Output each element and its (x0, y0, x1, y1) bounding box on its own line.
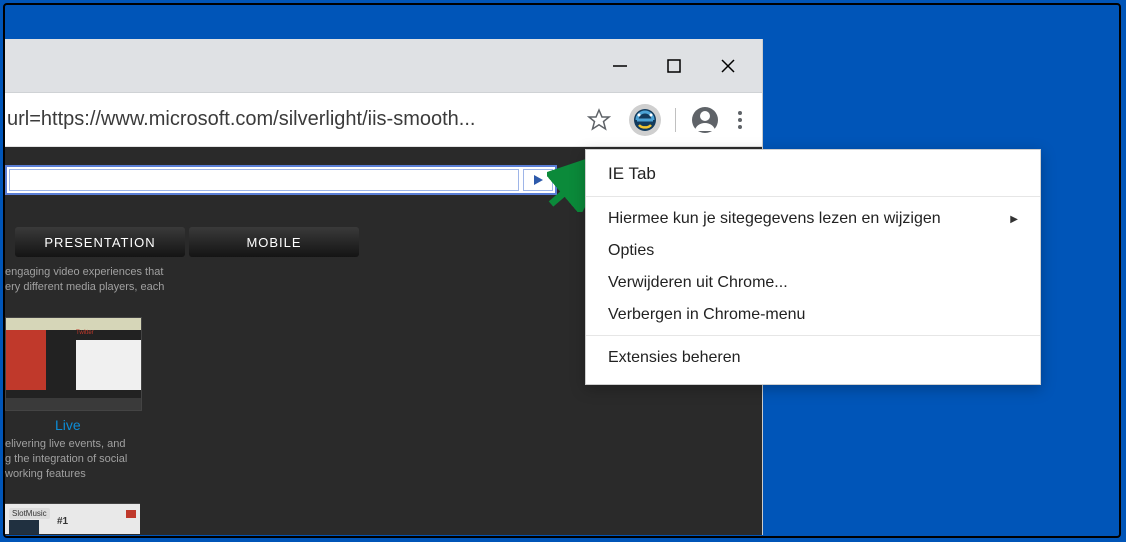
context-menu-separator (586, 196, 1040, 197)
submenu-caret-icon: ▶ (1010, 214, 1018, 225)
context-menu-separator (586, 335, 1040, 336)
video-thumbnail-1[interactable]: Twitter (5, 317, 142, 411)
context-menu-item-remove[interactable]: Verwijderen uit Chrome... (586, 267, 1040, 299)
context-menu-item-site-data[interactable]: Hiermee kun je sitegegevens lezen en wij… (586, 203, 1040, 235)
context-menu-item-hide[interactable]: Verbergen in Chrome-menu (586, 299, 1040, 331)
toolbar: url=https://www.microsoft.com/silverligh… (5, 93, 762, 147)
window-close-button[interactable] (716, 54, 740, 78)
window-maximize-button[interactable] (662, 54, 686, 78)
window-minimize-button[interactable] (608, 54, 632, 78)
video-thumbnail-2[interactable]: SlotMusic #1 (5, 503, 140, 534)
chrome-menu-icon[interactable] (738, 111, 742, 129)
toolbar-separator (675, 108, 676, 132)
ie-tab-go-button[interactable] (523, 169, 553, 191)
live-link[interactable]: Live (55, 417, 81, 433)
bookmark-star-icon[interactable] (585, 106, 613, 134)
ie-tab-address-frame (5, 165, 557, 195)
window-titlebar (5, 39, 762, 93)
tab-presentation[interactable]: PRESENTATION (15, 227, 185, 257)
address-bar[interactable]: url=https://www.microsoft.com/silverligh… (5, 108, 577, 131)
extension-context-menu: IE Tab Hiermee kun je sitegegevens lezen… (585, 149, 1041, 385)
context-menu-item-options[interactable]: Opties (586, 235, 1040, 267)
page-intro-text: engaging video experiences that ery diff… (5, 265, 305, 295)
ie-tab-extension-icon[interactable] (629, 104, 661, 136)
context-menu-item-manage-extensions[interactable]: Extensies beheren (586, 342, 1040, 374)
live-description: elivering live events, and g the integra… (5, 437, 205, 482)
tab-mobile[interactable]: MOBILE (189, 227, 359, 257)
page-nav-tabs: PRESENTATION MOBILE (15, 227, 359, 257)
context-menu-title: IE Tab (586, 164, 1040, 192)
ie-tab-address-input[interactable] (9, 169, 519, 191)
profile-icon[interactable] (690, 105, 720, 135)
